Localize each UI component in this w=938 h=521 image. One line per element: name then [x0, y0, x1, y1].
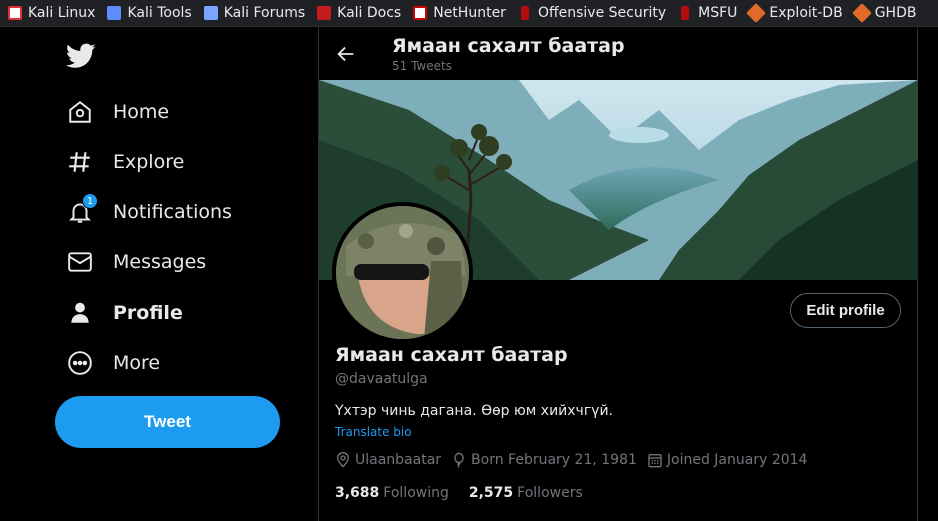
nav-label-more: More [113, 352, 161, 374]
profile-meta: Ulaanbaatar Born February 21, 1981 Joine… [335, 452, 817, 468]
envelope-icon [66, 248, 94, 276]
bookmark-label: GHDB [874, 5, 917, 21]
kali-docs-icon [317, 6, 332, 20]
bookmark-kali-docs[interactable]: Kali Docs [317, 5, 401, 21]
translate-bio-link[interactable]: Translate bio [335, 425, 412, 439]
birthday-item: Born February 21, 1981 [451, 452, 637, 468]
nav-item-home[interactable]: Home [66, 95, 169, 129]
tweet-button[interactable]: Tweet [55, 396, 280, 448]
following-label: Following [383, 485, 449, 501]
balloon-icon [454, 452, 464, 468]
nav-label-notifications: Notifications [113, 201, 232, 223]
twitter-logo-icon[interactable] [65, 43, 96, 69]
ghdb-icon [851, 3, 872, 23]
location-text: Ulaanbaatar [355, 452, 442, 468]
joined-text: Joined January 2014 [666, 452, 808, 468]
person-icon [66, 299, 94, 327]
followers-label: Followers [517, 485, 583, 501]
edit-profile-button[interactable]: Edit profile [790, 293, 901, 328]
bookmarks-bar: Kali Linux Kali Tools Kali Forums Kali D… [0, 0, 938, 27]
birthday-text: Born February 21, 1981 [471, 452, 637, 468]
bookmark-kali-linux[interactable]: Kali Linux [8, 5, 95, 21]
joined-item: Joined January 2014 [647, 452, 808, 468]
nav-item-notifications[interactable]: 1 Notifications [66, 193, 232, 229]
nav-item-messages[interactable]: Messages [66, 245, 206, 279]
bookmark-nethunter[interactable]: NetHunter [413, 5, 506, 21]
bookmark-exploit-db[interactable]: Exploit-DB [746, 3, 843, 23]
followers-link[interactable]: 2,575 Followers [469, 485, 583, 501]
kali-tools-icon [107, 6, 122, 20]
hashtag-icon [66, 148, 94, 176]
bookmark-label: Offensive Security [537, 5, 667, 21]
bookmark-label: NetHunter [433, 5, 506, 21]
nav-label-profile: Profile [113, 302, 183, 324]
profile-header: Ямаан сахалт баатар 51 Tweets [319, 27, 919, 80]
location-item: Ulaanbaatar [335, 452, 441, 468]
nav-item-explore[interactable]: Explore [66, 145, 184, 179]
location-pin-icon [336, 452, 350, 468]
calendar-icon [648, 454, 662, 468]
profile-column: Ямаан сахалт баатар 51 Tweets Edit profi… [318, 27, 918, 521]
header-title: Ямаан сахалт баатар [392, 35, 625, 57]
offensive-security-icon [520, 6, 529, 20]
bookmark-kali-tools[interactable]: Kali Tools [107, 5, 192, 21]
bookmark-label: Kali Tools [127, 5, 192, 21]
nav-label-explore: Explore [113, 151, 185, 173]
profile-avatar[interactable] [332, 202, 473, 343]
bookmark-label: Exploit-DB [769, 5, 843, 21]
notification-badge: 1 [82, 193, 98, 209]
sidebar-nav: Home Explore 1 Notifications Messages Pr… [0, 27, 318, 521]
follow-stats: 3,688 Following 2,575 Followers [335, 485, 603, 501]
bell-icon: 1 [66, 193, 98, 226]
bookmark-label: Kali Forums [223, 5, 306, 21]
profile-name: Ямаан сахалт баатар [335, 344, 568, 366]
profile-handle: @davaatulga [335, 371, 428, 387]
more-circle-icon [66, 349, 94, 377]
bookmark-label: Kali Docs [337, 5, 402, 21]
msfu-icon [681, 6, 690, 20]
nav-item-more[interactable]: More [66, 346, 160, 380]
bookmark-label: Kali Linux [28, 5, 96, 21]
following-link[interactable]: 3,688 Following [335, 485, 449, 501]
nav-label-home: Home [113, 101, 170, 123]
exploit-db-icon [746, 3, 767, 23]
bookmark-kali-forums[interactable]: Kali Forums [203, 5, 306, 21]
bookmark-ghdb[interactable]: GHDB [851, 3, 917, 23]
tweet-count: 51 Tweets [392, 59, 452, 73]
home-icon [66, 98, 94, 126]
nav-label-messages: Messages [113, 251, 207, 273]
following-count: 3,688 [335, 485, 380, 501]
nethunter-icon [413, 6, 428, 20]
bookmark-msfu[interactable]: MSFU [678, 5, 737, 21]
kali-linux-icon [8, 6, 22, 20]
profile-bio: Үхтэр чинь дагана. Өөр юм хийхчгүй. [335, 403, 614, 419]
followers-count: 2,575 [468, 485, 514, 501]
back-arrow-icon[interactable] [335, 43, 357, 65]
bookmark-label: MSFU [698, 5, 738, 21]
kali-forums-icon [203, 6, 218, 20]
bookmark-offensive-security[interactable]: Offensive Security [518, 5, 666, 21]
nav-item-profile[interactable]: Profile [66, 296, 183, 330]
